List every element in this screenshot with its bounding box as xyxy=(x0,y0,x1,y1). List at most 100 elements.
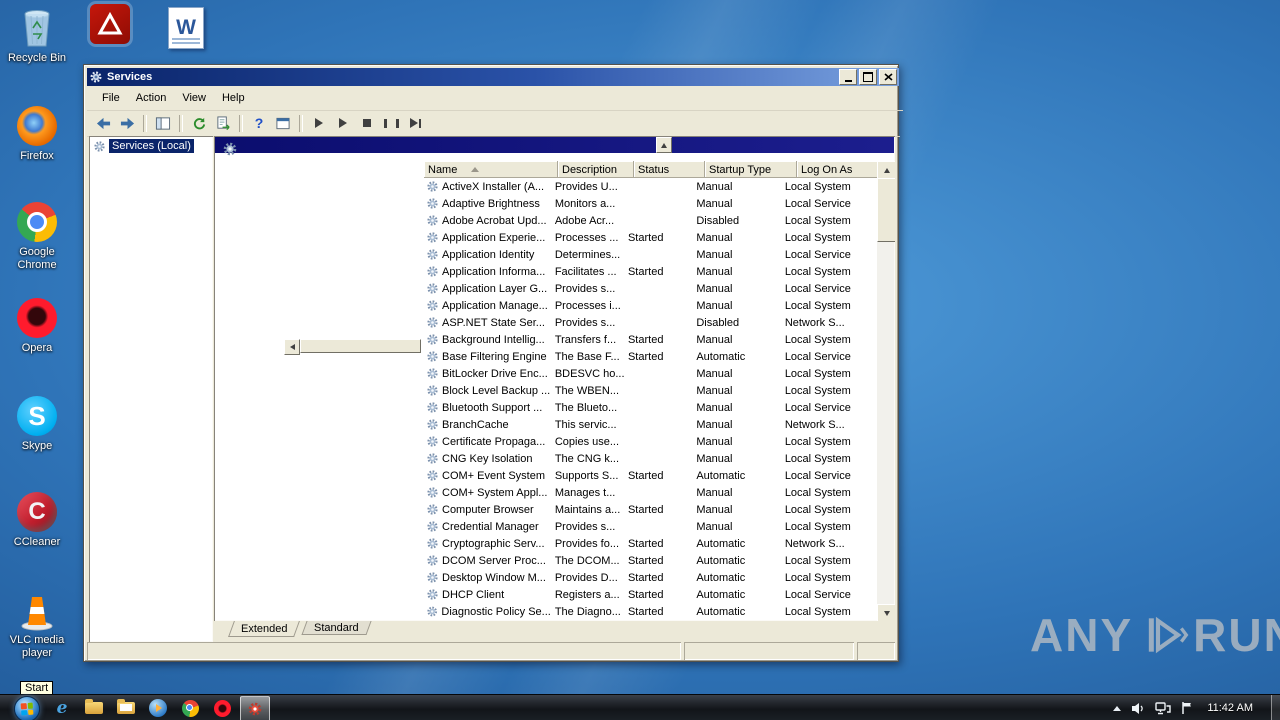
service-log-on-as: Local System xyxy=(784,180,851,193)
chrome-icon xyxy=(17,202,57,242)
service-row[interactable]: Application Layer G... Provides s... Man… xyxy=(424,280,877,297)
taskbar-button-documents[interactable] xyxy=(112,696,140,720)
scroll-down-button[interactable] xyxy=(877,604,895,621)
help-button[interactable]: ? xyxy=(248,113,270,133)
service-row[interactable]: Application Experie... Processes ... Sta… xyxy=(424,229,877,246)
service-name: ActiveX Installer (A... xyxy=(442,180,545,193)
network-icon[interactable] xyxy=(1155,701,1172,715)
service-log-on-as: Local Service xyxy=(784,469,851,482)
service-name: Credential Manager xyxy=(442,520,539,533)
window-titlebar[interactable]: Services xyxy=(87,68,899,86)
service-row[interactable]: Certificate Propaga... Copies use... Man… xyxy=(424,433,877,450)
back-button[interactable] xyxy=(92,113,114,133)
column-header-description[interactable]: Description xyxy=(558,161,634,178)
desktop: Recycle Bin Firefox Google Chrome Opera … xyxy=(0,0,1280,720)
service-row[interactable]: Application Identity Determines... Manua… xyxy=(424,246,877,263)
service-name: DHCP Client xyxy=(442,588,505,601)
service-row[interactable]: Cryptographic Serv... Provides fo... Sta… xyxy=(424,535,877,552)
service-row[interactable]: Block Level Backup ... The WBEN... Manua… xyxy=(424,382,877,399)
maximize-button[interactable] xyxy=(859,69,877,85)
scroll-up-button[interactable] xyxy=(877,161,895,179)
column-header-name[interactable]: Name xyxy=(424,161,558,178)
service-startup-type: Manual xyxy=(696,503,733,516)
tree-item-services-local[interactable]: Services (Local) xyxy=(91,138,211,154)
desktop-icon-google-chrome[interactable]: Google Chrome xyxy=(0,200,74,272)
hidden-icons-chevron-icon[interactable] xyxy=(1113,705,1122,711)
service-row[interactable]: Adobe Acrobat Upd... Adobe Acr... Disabl… xyxy=(424,212,877,229)
service-row[interactable]: Credential Manager Provides s... Manual … xyxy=(424,518,877,535)
column-header-status[interactable]: Status xyxy=(634,161,705,178)
properties-icon xyxy=(276,117,290,129)
service-row[interactable]: COM+ System Appl... Manages t... Manual … xyxy=(424,484,877,501)
refresh-button[interactable] xyxy=(188,113,210,133)
show-console-tree-button[interactable] xyxy=(152,113,174,133)
service-log-on-as: Local System xyxy=(784,265,851,278)
menu-item[interactable]: Help xyxy=(215,89,252,107)
service-startup-type: Manual xyxy=(696,367,733,380)
tab-extended[interactable]: Extended xyxy=(228,621,301,637)
service-row[interactable]: Background Intellig... Transfers f... St… xyxy=(424,331,877,348)
taskbar-button-windows-explorer[interactable] xyxy=(80,696,108,720)
start-button[interactable] xyxy=(14,696,40,720)
desktop-icon-ccleaner[interactable]: CCleaner xyxy=(0,490,74,549)
vertical-scrollbar[interactable] xyxy=(877,161,895,621)
desktop-icon-word-document[interactable] xyxy=(162,6,210,50)
desktop-icon-skype[interactable]: Skype xyxy=(0,394,74,453)
service-row[interactable]: Diagnostic Policy Se... The Diagno... St… xyxy=(424,603,877,620)
service-row[interactable]: Adaptive Brightness Monitors a... Manual… xyxy=(424,195,877,212)
menu-item[interactable]: View xyxy=(175,89,213,107)
taskbar-button-google-chrome[interactable] xyxy=(176,696,204,720)
scroll-left-button[interactable] xyxy=(284,339,300,355)
stop-service-button[interactable] xyxy=(356,113,378,133)
service-name: COM+ System Appl... xyxy=(442,486,548,499)
service-row[interactable]: ActiveX Installer (A... Provides U... Ma… xyxy=(424,178,877,195)
menu-item[interactable]: File xyxy=(95,89,127,107)
desktop-icon-recycle-bin[interactable]: Recycle Bin xyxy=(0,6,74,65)
service-row[interactable]: COM+ Event System Supports S... Started … xyxy=(424,467,877,484)
properties-button[interactable] xyxy=(272,113,294,133)
minimize-button[interactable] xyxy=(839,69,857,85)
taskbar-clock[interactable]: 11:42 AM xyxy=(1207,702,1253,714)
export-list-button[interactable] xyxy=(212,113,234,133)
taskbar-button-internet-explorer[interactable]: e xyxy=(48,696,76,720)
service-row[interactable]: CNG Key Isolation The CNG k... Manual Lo… xyxy=(424,450,877,467)
taskbar-button-opera[interactable] xyxy=(208,696,236,720)
service-row[interactable]: DCOM Server Proc... The DCOM... Started … xyxy=(424,552,877,569)
service-row[interactable]: Application Manage... Processes i... Man… xyxy=(424,297,877,314)
tab-standard[interactable]: Standard xyxy=(301,621,372,635)
service-row[interactable]: BranchCache This servic... Manual Networ… xyxy=(424,416,877,433)
close-button[interactable] xyxy=(879,69,897,85)
desktop-icon-adobe-reader[interactable] xyxy=(86,4,134,44)
scroll-up-button[interactable] xyxy=(656,137,672,153)
taskbar-button-services-active[interactable] xyxy=(240,696,270,720)
service-row[interactable]: Computer Browser Maintains a... Started … xyxy=(424,501,877,518)
desktop-icon-opera[interactable]: Opera xyxy=(0,296,74,355)
volume-icon[interactable] xyxy=(1131,702,1145,715)
horizontal-scrollbar[interactable] xyxy=(284,339,421,355)
show-desktop-button[interactable] xyxy=(1271,695,1280,720)
service-description: BDESVC ho... xyxy=(554,367,624,380)
scrollbar-thumb[interactable] xyxy=(300,339,421,353)
service-row[interactable]: Base Filtering Engine The Base F... Star… xyxy=(424,348,877,365)
forward-button[interactable] xyxy=(116,113,138,133)
service-row[interactable]: DHCP Client Registers a... Started Autom… xyxy=(424,586,877,603)
action-center-flag-icon[interactable] xyxy=(1181,701,1193,715)
service-row[interactable]: Desktop Window M... Provides D... Starte… xyxy=(424,569,877,586)
service-row[interactable]: Bluetooth Support ... The Blueto... Manu… xyxy=(424,399,877,416)
toolbar-separator xyxy=(143,114,147,132)
service-row[interactable]: ASP.NET State Ser... Provides s... Disab… xyxy=(424,314,877,331)
desktop-icon-firefox[interactable]: Firefox xyxy=(0,104,74,163)
restart-service-button[interactable] xyxy=(404,113,426,133)
service-gear-icon xyxy=(427,572,438,583)
resume-service-button[interactable] xyxy=(332,113,354,133)
desktop-icon-vlc[interactable]: VLC media player xyxy=(0,588,74,660)
service-description: This servic... xyxy=(554,418,617,431)
column-header-startup-type[interactable]: Startup Type xyxy=(705,161,797,178)
service-row[interactable]: Application Informa... Facilitates ... S… xyxy=(424,263,877,280)
pause-service-button[interactable] xyxy=(380,113,402,133)
start-service-button[interactable] xyxy=(308,113,330,133)
scrollbar-thumb[interactable] xyxy=(877,178,895,242)
menu-item[interactable]: Action xyxy=(129,89,174,107)
service-row[interactable]: BitLocker Drive Enc... BDESVC ho... Manu… xyxy=(424,365,877,382)
taskbar-button-media-player[interactable] xyxy=(144,696,172,720)
